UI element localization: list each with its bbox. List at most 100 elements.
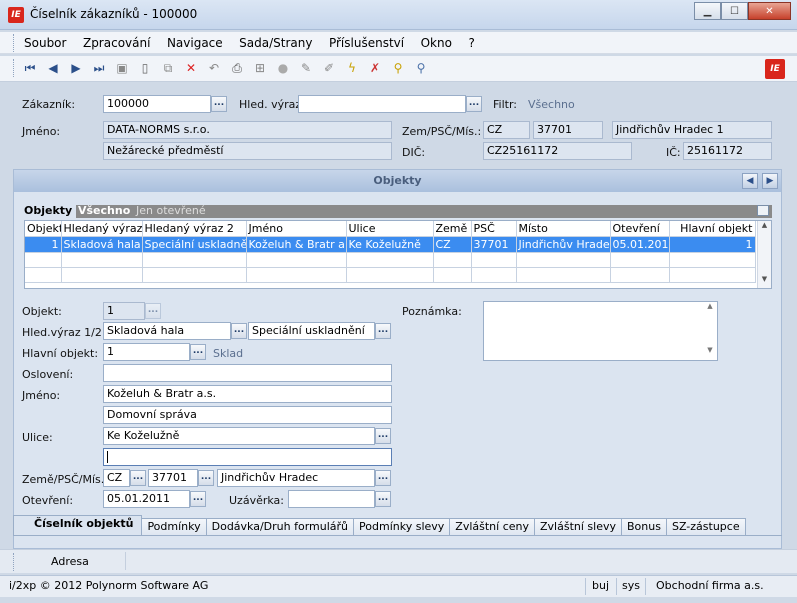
copy-icon[interactable]: ⧉ [160, 60, 176, 76]
tab-zvlastni-ceny[interactable]: Zvláštní ceny [449, 518, 536, 536]
col-jmeno[interactable]: Jméno [246, 221, 347, 237]
tab-bonus[interactable]: Bonus [621, 518, 667, 536]
print-icon[interactable]: ⎙ [229, 60, 245, 76]
psc-lookup-button[interactable]: ... [198, 470, 214, 486]
hled1-lookup-button[interactable]: ... [231, 323, 247, 339]
col-hled2[interactable]: Hledaný výraz 2 [142, 221, 247, 237]
last-record-icon[interactable]: ⏭ [91, 60, 107, 76]
bottom-tabs: Číselník objektů Podmínky Dodávka/Druh for… [13, 515, 746, 536]
adresa-button[interactable]: Adresa [51, 555, 89, 568]
tab-podminky-slevy[interactable]: Podmínky slevy [353, 518, 451, 536]
panel-prev-button[interactable]: ◀ [742, 173, 758, 189]
new-icon[interactable]: ▯ [137, 60, 153, 76]
jmeno1-field: DATA-NORMS s.r.o. [103, 121, 392, 139]
delete-icon[interactable]: ✕ [183, 60, 199, 76]
ulice1-input[interactable]: Ke Koželužně [103, 427, 375, 445]
ulice-label: Ulice: [22, 431, 53, 444]
hlavni-lookup-button[interactable]: ... [190, 344, 206, 360]
maximize-button[interactable]: ☐ [721, 2, 748, 20]
ulice-lookup-button[interactable]: ... [375, 428, 391, 444]
edit2-icon[interactable]: ✐ [321, 60, 337, 76]
misto-input[interactable]: Jindřichův Hradec [217, 469, 375, 487]
hled-lookup-button[interactable]: ... [466, 96, 482, 112]
ulice2-input[interactable] [103, 448, 392, 466]
misto-lookup-button[interactable]: ... [375, 470, 391, 486]
grid-settings-icon[interactable] [757, 205, 769, 216]
next-record-icon[interactable]: ▶ [68, 60, 84, 76]
table-row[interactable]: 1 Skladová hala Speciální uskladnění Kož… [25, 236, 756, 253]
text-cursor [107, 451, 108, 463]
zem-lookup-button[interactable]: ... [130, 470, 146, 486]
menu-zpracovani[interactable]: Zpracování [83, 36, 150, 50]
uzaverka-date-button[interactable]: ... [375, 491, 391, 507]
tab-podminky[interactable]: Podmínky [141, 518, 207, 536]
jmeno1-input[interactable]: Koželuh & Bratr a.s. [103, 385, 392, 403]
col-objekt[interactable]: Objekt [25, 221, 62, 237]
col-misto[interactable]: Místo [516, 221, 611, 237]
close-button[interactable]: ✕ [748, 2, 791, 20]
poznamka-textarea[interactable]: ▲ ▼ [483, 301, 718, 361]
subtab-vsechno[interactable]: Všechno [78, 204, 130, 217]
hled2-lookup-button[interactable]: ... [375, 323, 391, 339]
col-hlavni[interactable]: Hlavní objekt [669, 221, 756, 237]
grid-scrollbar[interactable]: ▲ ▼ [757, 221, 771, 288]
menu-help[interactable]: ? [468, 36, 474, 50]
zakaznik-input[interactable]: 100000 [103, 95, 211, 113]
tab-zvlastni-slevy[interactable]: Zvláštní slevy [534, 518, 623, 536]
prev-record-icon[interactable]: ◀ [45, 60, 61, 76]
filter-icon[interactable]: ✗ [367, 60, 383, 76]
menu-prislusenstvi[interactable]: Příslušenství [329, 36, 404, 50]
jmeno2-input[interactable]: Domovní správa [103, 406, 392, 424]
hlavni-input[interactable]: 1 [103, 343, 190, 361]
subtab-objekty[interactable]: Objekty [24, 204, 76, 219]
col-hled1[interactable]: Hledaný výraz 1 [61, 221, 143, 237]
toolbar: ⏮ ◀ ▶ ⏭ ▣ ▯ ⧉ ✕ ↶ ⎙ ⊞ ● ✎ ✐ ϟ ✗ ⚲ ⚲ IE [0, 56, 797, 82]
col-zeme[interactable]: Země [433, 221, 472, 237]
uzaverka-input[interactable] [288, 490, 375, 508]
psc-input[interactable]: 37701 [148, 469, 198, 487]
flash-icon[interactable]: ϟ [344, 60, 360, 76]
status-sep [585, 578, 586, 595]
jmeno2-field: Nežárecké předměstí [103, 142, 392, 160]
otevreni-label: Otevření: [22, 494, 74, 507]
col-otevreni[interactable]: Otevření [610, 221, 670, 237]
menu-okno[interactable]: Okno [421, 36, 452, 50]
otevreni-input[interactable]: 05.01.2011 [103, 490, 190, 508]
panel-next-button[interactable]: ▶ [762, 173, 778, 189]
edit-icon[interactable]: ✎ [298, 60, 314, 76]
tab-ciselnik-objektu[interactable]: Číselník objektů [13, 515, 143, 536]
search-user-icon[interactable]: ⚲ [413, 60, 429, 76]
minimize-button[interactable]: ▁ [694, 2, 721, 20]
col-ulice[interactable]: Ulice [346, 221, 434, 237]
filtr-value[interactable]: Všechno [528, 98, 575, 111]
tab-sz-zastupce[interactable]: SZ-zástupce [665, 518, 746, 536]
psc-field: 37701 [533, 121, 603, 139]
otevreni-date-button[interactable]: ... [190, 491, 206, 507]
misto-field: Jindřichův Hradec 1 [612, 121, 772, 139]
undo-icon[interactable]: ↶ [206, 60, 222, 76]
menu-sada-strany[interactable]: Sada/Strany [239, 36, 312, 50]
zem-field: CZ [483, 121, 530, 139]
subtab-jen-otevrene[interactable]: Jen otevřené [136, 204, 206, 217]
col-psc[interactable]: PSČ [471, 221, 517, 237]
zakaznik-lookup-button[interactable]: ... [211, 96, 227, 112]
menu-navigace[interactable]: Navigace [167, 36, 223, 50]
osloveni-input[interactable] [103, 364, 392, 382]
dic-field: CZ25161172 [483, 142, 632, 160]
brand-logo-icon: IE [765, 59, 785, 79]
hled-input[interactable] [298, 95, 466, 113]
menu-soubor[interactable]: Soubor [24, 36, 66, 50]
first-record-icon[interactable]: ⏮ [22, 60, 38, 76]
tab-dodavka[interactable]: Dodávka/Druh formulářů [205, 518, 355, 536]
adresa-separator [125, 552, 126, 570]
jmeno-label: Jméno: [22, 125, 61, 138]
objekt-lookup-button[interactable]: ... [145, 303, 161, 319]
hled2-input[interactable]: Speciální uskladnění [248, 322, 375, 340]
zem-input[interactable]: CZ [103, 469, 130, 487]
structure-icon[interactable]: ⊞ [252, 60, 268, 76]
disc-icon[interactable]: ● [275, 60, 291, 76]
poznamka-scrollbar[interactable]: ▲ ▼ [703, 302, 717, 360]
search-icon[interactable]: ⚲ [390, 60, 406, 76]
save-icon[interactable]: ▣ [114, 60, 130, 76]
hled1-input[interactable]: Skladová hala [103, 322, 231, 340]
